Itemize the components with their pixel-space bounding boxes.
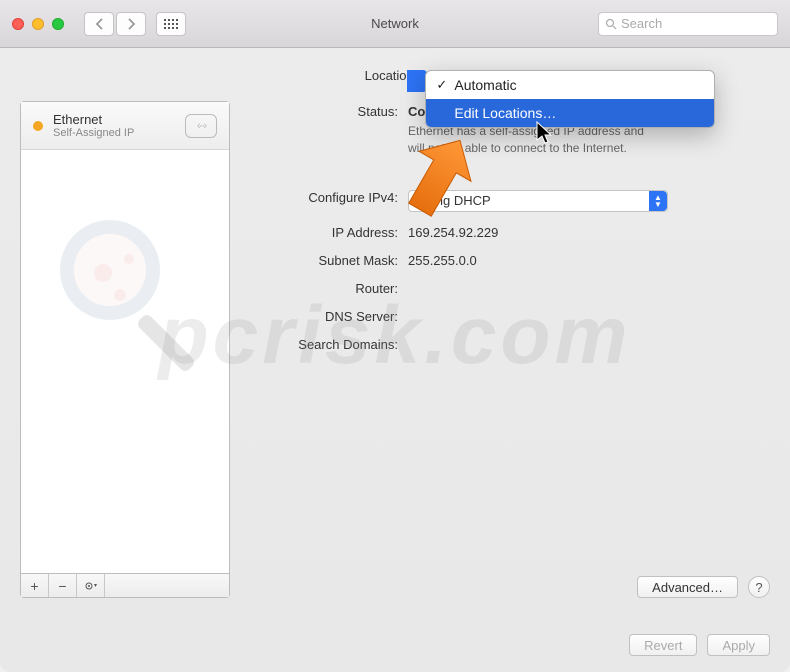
minimize-button[interactable]: [32, 18, 44, 30]
search-input[interactable]: Search: [598, 12, 778, 36]
back-button[interactable]: [84, 12, 114, 36]
help-button[interactable]: ?: [748, 576, 770, 598]
router-row: Router:: [248, 278, 770, 296]
status-description: Ethernet has a self-assigned IP address …: [408, 123, 770, 157]
service-status: Self-Assigned IP: [53, 127, 175, 139]
service-ethernet[interactable]: Ethernet Self-Assigned IP ‹···›: [21, 102, 229, 150]
dns-row: DNS Server:: [248, 306, 770, 324]
subnet-label: Subnet Mask:: [248, 250, 408, 268]
select-arrows-icon: ▲▼: [649, 191, 667, 211]
service-info: Ethernet Self-Assigned IP: [53, 112, 175, 139]
location-dropdown-menu: Automatic Edit Locations…: [425, 70, 715, 128]
location-row: Location: Automatic Edit Locations…: [20, 68, 770, 83]
dropdown-arrow-icon: [407, 70, 427, 92]
window-controls: [12, 18, 64, 30]
sidebar-fill: [21, 150, 229, 573]
domains-value: [408, 334, 770, 337]
close-button[interactable]: [12, 18, 24, 30]
apply-button[interactable]: Apply: [707, 634, 770, 656]
status-label: Status:: [248, 101, 408, 119]
subnet-row: Subnet Mask: 255.255.0.0: [248, 250, 770, 268]
configure-row: Configure IPv4: Using DHCP ▲▼: [248, 187, 770, 212]
dns-label: DNS Server:: [248, 306, 408, 324]
zoom-button[interactable]: [52, 18, 64, 30]
router-label: Router:: [248, 278, 408, 296]
sidebar-footer: + −: [21, 573, 229, 597]
gear-icon: [84, 580, 98, 592]
grid-icon: [164, 19, 178, 29]
ip-row: IP Address: 169.254.92.229: [248, 222, 770, 240]
ip-value: 169.254.92.229: [408, 222, 770, 240]
nav-buttons: [84, 12, 146, 36]
titlebar: Network Search: [0, 0, 790, 48]
services-sidebar: Ethernet Self-Assigned IP ‹···› + −: [20, 101, 230, 598]
domains-row: Search Domains:: [248, 334, 770, 352]
status-dot-icon: [33, 121, 43, 131]
details-panel: Status: Connected Ethernet has a self-as…: [248, 101, 770, 598]
router-value: [408, 278, 770, 281]
service-name: Ethernet: [53, 112, 175, 127]
forward-button[interactable]: [116, 12, 146, 36]
remove-service-button[interactable]: −: [49, 574, 77, 597]
dns-value: [408, 306, 770, 309]
footer-actions: Revert Apply: [0, 618, 790, 672]
preferences-window: Network Search Location: Automatic Edit …: [0, 0, 790, 672]
service-actions-button[interactable]: [77, 574, 105, 597]
configure-value: Using DHCP: [417, 193, 491, 208]
revert-button[interactable]: Revert: [629, 634, 697, 656]
domains-label: Search Domains:: [248, 334, 408, 352]
search-placeholder: Search: [621, 16, 662, 31]
configure-ipv4-select[interactable]: Using DHCP ▲▼: [408, 190, 668, 212]
ethernet-icon: ‹···›: [185, 114, 217, 138]
location-option-automatic[interactable]: Automatic: [426, 71, 714, 99]
location-option-edit[interactable]: Edit Locations…: [426, 99, 714, 127]
add-service-button[interactable]: +: [21, 574, 49, 597]
show-all-button[interactable]: [156, 12, 186, 36]
configure-label: Configure IPv4:: [248, 187, 408, 205]
search-icon: [605, 18, 617, 30]
main-area: Ethernet Self-Assigned IP ‹···› + − Stat…: [20, 101, 770, 598]
subnet-value: 255.255.0.0: [408, 250, 770, 268]
advanced-button[interactable]: Advanced…: [637, 576, 738, 598]
ip-label: IP Address:: [248, 222, 408, 240]
content-area: Location: Automatic Edit Locations… Ethe…: [0, 48, 790, 618]
advanced-row: Advanced… ?: [248, 556, 770, 598]
window-title: Network: [371, 16, 419, 31]
